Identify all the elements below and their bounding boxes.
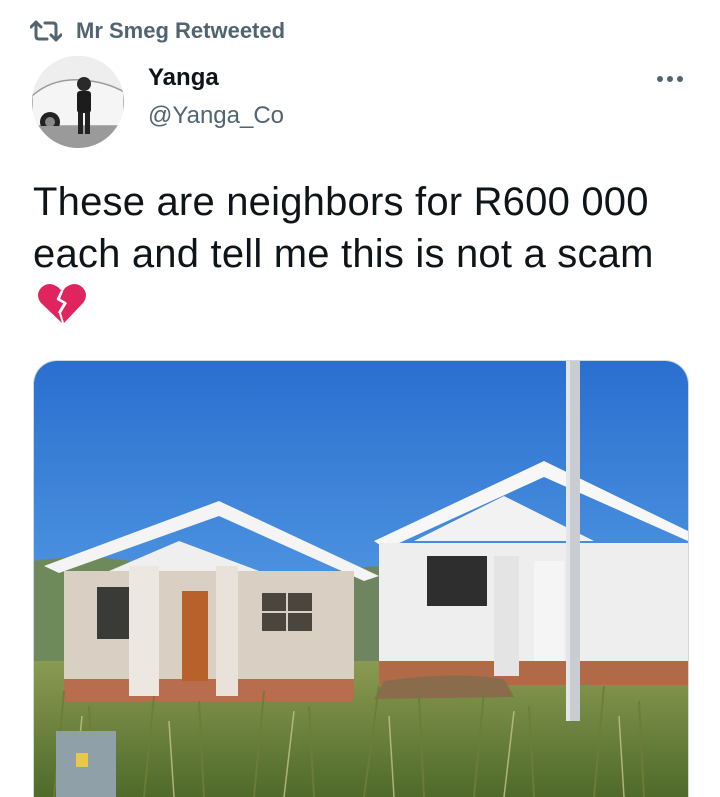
tweet-text: These are neighbors for R600 000 each an… [33, 176, 693, 338]
tweet-text-content: These are neighbors for R600 000 each an… [33, 180, 654, 276]
retweet-label[interactable]: Mr Smeg Retweeted [76, 18, 285, 44]
more-horizontal-icon[interactable] [650, 62, 690, 96]
broken-heart-icon [37, 281, 87, 338]
retweet-icon [30, 18, 62, 44]
author-handle[interactable]: @Yanga_Co [148, 102, 284, 130]
author-display-name[interactable]: Yanga [148, 64, 219, 92]
retweet-header[interactable]: Mr Smeg Retweeted [30, 14, 285, 48]
avatar[interactable] [32, 56, 124, 148]
two-houses-photo[interactable] [33, 360, 689, 797]
